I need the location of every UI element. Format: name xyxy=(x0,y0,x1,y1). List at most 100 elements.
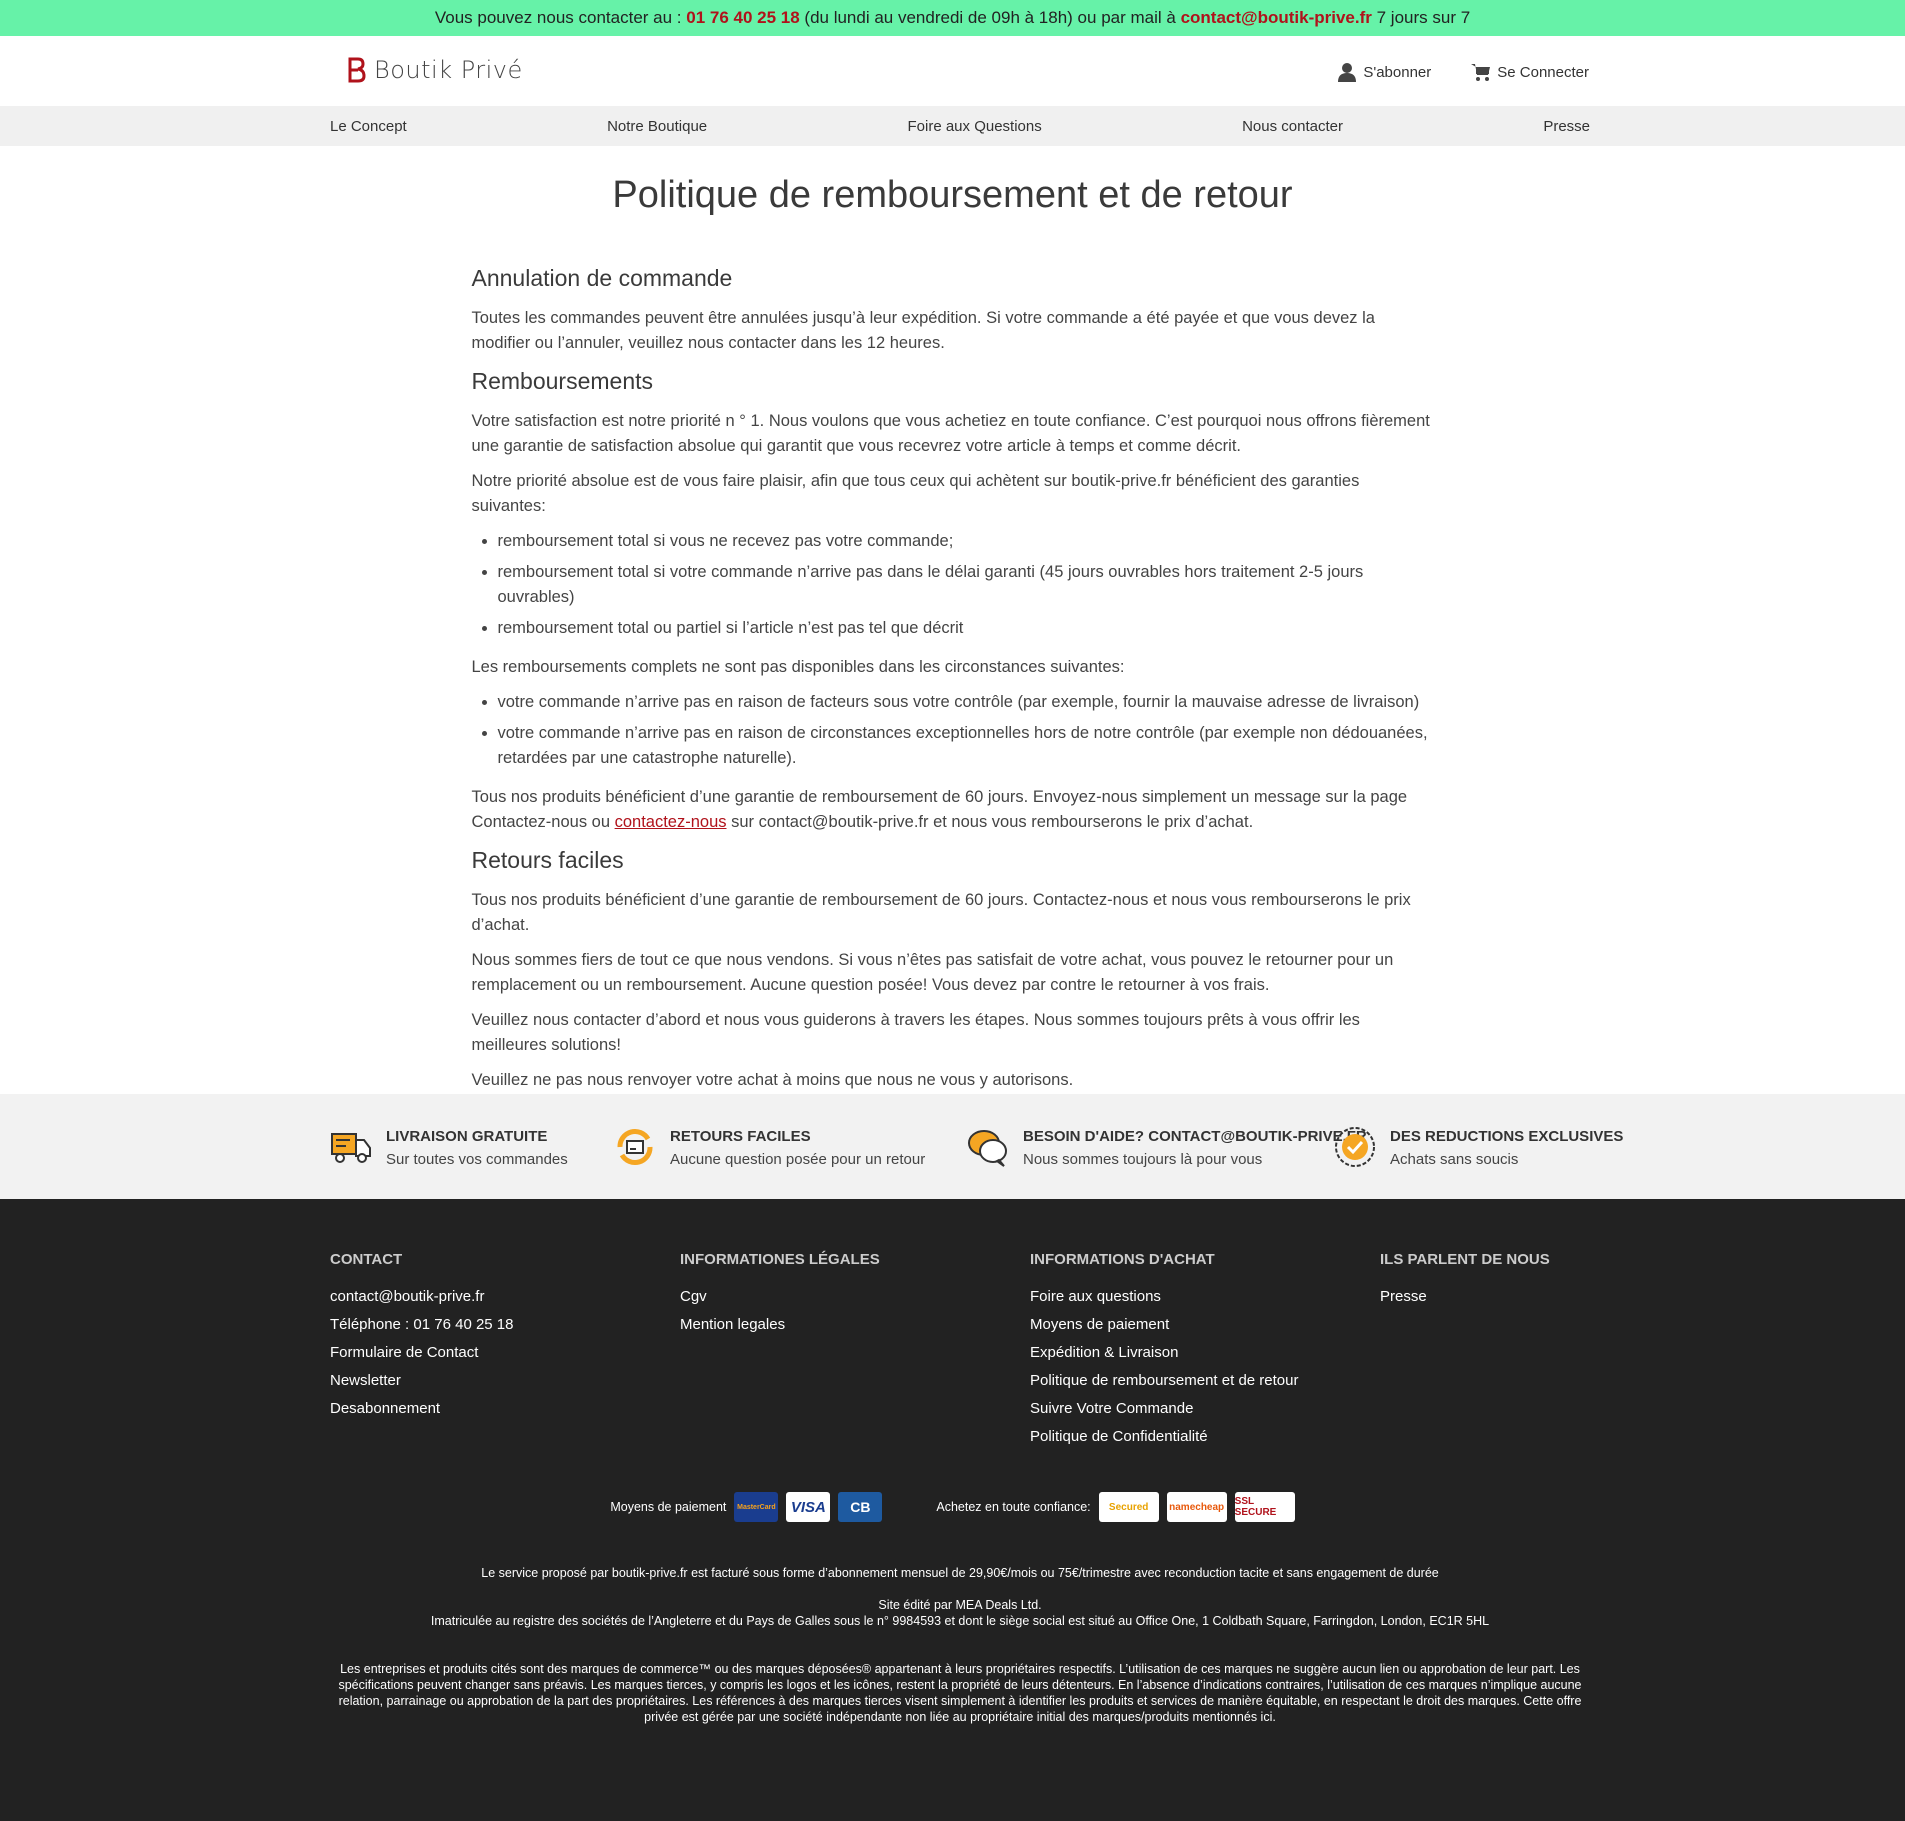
feature-title: BESOIN D'AIDE? contact@boutik-prive.fr xyxy=(1023,1128,1367,1145)
subscribe-label: S'abonner xyxy=(1363,63,1432,81)
footer-link[interactable]: Newsletter xyxy=(330,1372,514,1389)
feature-discounts: DES REDUCTIONS EXCLUSIVES Achats sans so… xyxy=(1334,1126,1623,1168)
section-title-cancel: Annulation de commande xyxy=(471,265,733,291)
disclaimer: Les entreprises et produits cités sont d… xyxy=(338,1662,1582,1724)
login-label: Se Connecter xyxy=(1497,63,1589,81)
footer-link[interactable]: Foire aux questions xyxy=(1030,1288,1298,1305)
topbar-email[interactable]: contact@boutik-prive.fr xyxy=(1181,8,1372,27)
contact-link[interactable]: contactez-nous xyxy=(615,813,727,831)
footer-link[interactable]: Suivre Votre Commande xyxy=(1030,1400,1298,1417)
list-item: remboursement total ou partiel si l’arti… xyxy=(498,616,1434,641)
nav-item-concept[interactable]: Le Concept xyxy=(330,118,407,135)
feature-title: LIVRAISON GRATUITE xyxy=(386,1128,548,1145)
page-title: Politique de remboursement et de retour xyxy=(612,174,1293,216)
publisher-note: Site édité par MEA Deals Ltd. xyxy=(878,1598,1042,1612)
feature-shipping: LIVRAISON GRATUITE Sur toutes vos comman… xyxy=(330,1126,568,1168)
paragraph: Nous sommes fiers de tout ce que nous ve… xyxy=(471,951,1394,994)
paragraph: Les remboursements complets ne sont pas … xyxy=(471,658,1125,676)
footer-link[interactable]: Cgv xyxy=(680,1288,880,1305)
feature-help: BESOIN D'AIDE? contact@boutik-prive.fr N… xyxy=(967,1126,1367,1168)
contact-topbar: Vous pouvez nous contacter au : 01 76 40… xyxy=(0,0,1905,36)
feature-sub: Achats sans soucis xyxy=(1390,1151,1519,1168)
topbar-phone[interactable]: 01 76 40 25 18 xyxy=(686,8,799,27)
card-label: MasterCard xyxy=(737,1503,776,1511)
footer-col-title: CONTACT xyxy=(330,1251,403,1268)
list-item: votre commande n’arrive pas en raison de… xyxy=(498,690,1434,715)
paragraph-text: sur contact@boutik-prive.fr et nous vous… xyxy=(726,813,1254,831)
payment-label: Moyens de paiement xyxy=(610,1500,727,1514)
check-badge-icon xyxy=(1335,1127,1375,1167)
namecheap-badge-icon: namecheap xyxy=(1166,1492,1227,1522)
logo-text: Boutik Privé xyxy=(374,56,523,84)
feature-title: DES REDUCTIONS EXCLUSIVES xyxy=(1390,1128,1624,1145)
cart-icon xyxy=(1471,64,1491,81)
footer-col-title: INFORMATIONS D'ACHAT xyxy=(1030,1251,1215,1268)
nav-item-boutique[interactable]: Notre Boutique xyxy=(607,118,707,135)
payment-methods: Moyens de paiement MasterCard VISA CB xyxy=(610,1492,883,1522)
footer-col-achat: INFORMATIONS D'ACHAT Foire aux questions… xyxy=(1030,1251,1298,1456)
features-strip: LIVRAISON GRATUITE Sur toutes vos comman… xyxy=(0,1094,1905,1199)
mastercard-icon: MasterCard xyxy=(734,1492,779,1522)
footer-link[interactable]: Desabonnement xyxy=(330,1400,514,1417)
payment-row: Moyens de paiement MasterCard VISA CB Ac… xyxy=(0,1492,1905,1522)
card-label: CB xyxy=(850,1499,871,1515)
main-content: Politique de remboursement et de retour … xyxy=(472,174,1434,1093)
paragraph: Tous nos produits bénéficient d’une gara… xyxy=(471,891,1411,934)
footer-link[interactable]: Formulaire de Contact xyxy=(330,1344,514,1361)
site-logo[interactable]: Boutik Privé xyxy=(348,56,523,84)
trust-label: Achetez en toute confiance: xyxy=(936,1500,1091,1514)
subscribe-link[interactable]: S'abonner xyxy=(1337,62,1431,82)
footer-link[interactable]: Expédition & Livraison xyxy=(1030,1344,1298,1361)
feature-sub: Aucune question posée pour un retour xyxy=(670,1151,926,1168)
footer-col-contact: CONTACT contact@boutik-prive.fr Téléphon… xyxy=(330,1251,514,1428)
list-item: remboursement total si vous ne recevez p… xyxy=(498,529,1434,554)
nav-item-contact[interactable]: Nous contacter xyxy=(1242,118,1343,135)
list-item: remboursement total si votre commande n’… xyxy=(498,560,1434,610)
truck-icon xyxy=(331,1133,371,1163)
registration-note: Imatriculée au registre des sociétés de … xyxy=(430,1614,1490,1628)
user-icon xyxy=(1338,63,1357,82)
section-title-returns: Retours faciles xyxy=(471,847,624,873)
guarantee-list: remboursement total si vous ne recevez p… xyxy=(498,529,1434,641)
card-label: VISA xyxy=(790,1498,826,1516)
secured-badge-icon: Secured xyxy=(1098,1492,1159,1522)
footer-link[interactable]: Politique de remboursement et de retour xyxy=(1030,1372,1298,1389)
list-item: votre commande n’arrive pas en raison de… xyxy=(498,721,1434,771)
footer-col-presse: ILS PARLENT DE NOUS Presse xyxy=(1380,1251,1550,1316)
return-icon xyxy=(617,1128,653,1166)
footer-link[interactable]: Mention legales xyxy=(680,1316,880,1333)
feature-sub: Nous sommes toujours là pour vous xyxy=(1023,1151,1263,1168)
paragraph: Notre priorité absolue est de vous faire… xyxy=(471,472,1360,515)
feature-title: RETOURS FACILES xyxy=(670,1128,811,1145)
ssl-badge-icon: SSL SECURE xyxy=(1234,1492,1295,1522)
topbar-suffix: 7 jours sur 7 xyxy=(1371,8,1471,27)
badge-label: namecheap xyxy=(1169,1501,1225,1513)
badge-label: Secured xyxy=(1108,1501,1149,1513)
site-header: Boutik Privé S'abonner Se Connecter xyxy=(0,36,1905,106)
visa-icon: VISA xyxy=(786,1492,831,1522)
logo-icon xyxy=(348,57,366,83)
site-footer: CONTACT contact@boutik-prive.fr Téléphon… xyxy=(0,1199,1905,1821)
main-nav: Le Concept Notre Boutique Foire aux Ques… xyxy=(0,106,1905,146)
chat-icon xyxy=(968,1130,1007,1167)
topbar-prefix: Vous pouvez nous contacter au : xyxy=(434,8,687,27)
footer-link[interactable]: contact@boutik-prive.fr xyxy=(330,1288,514,1305)
footer-link[interactable]: Politique de Confidentialité xyxy=(1030,1428,1298,1445)
login-link[interactable]: Se Connecter xyxy=(1471,62,1589,82)
feature-returns: RETOURS FACILES Aucune question posée po… xyxy=(614,1126,925,1168)
footer-link[interactable]: Téléphone : 01 76 40 25 18 xyxy=(330,1316,514,1333)
footer-link[interactable]: Presse xyxy=(1380,1288,1550,1305)
feature-sub: Sur toutes vos commandes xyxy=(386,1151,568,1168)
billing-note: Le service proposé par boutik-prive.fr e… xyxy=(481,1566,1439,1580)
paragraph: Votre satisfaction est notre priorité n … xyxy=(471,412,1430,455)
footer-col-title: INFORMATIONES LÉGALES xyxy=(680,1251,880,1268)
cb-icon: CB xyxy=(838,1492,883,1522)
nav-item-faq[interactable]: Foire aux Questions xyxy=(908,118,1042,135)
paragraph: Toutes les commandes peuvent être annulé… xyxy=(471,309,1375,352)
topbar-middle: (du lundi au vendredi de 09h à 18h) ou p… xyxy=(799,8,1181,27)
footer-link[interactable]: Moyens de paiement xyxy=(1030,1316,1298,1333)
paragraph: Tous nos produits bénéficient d’une gara… xyxy=(472,785,1434,835)
paragraph: Veuillez nous contacter d’abord et nous … xyxy=(471,1011,1360,1054)
footer-col-legal: INFORMATIONES LÉGALES Cgv Mention legale… xyxy=(680,1251,880,1344)
nav-item-presse[interactable]: Presse xyxy=(1543,118,1590,135)
